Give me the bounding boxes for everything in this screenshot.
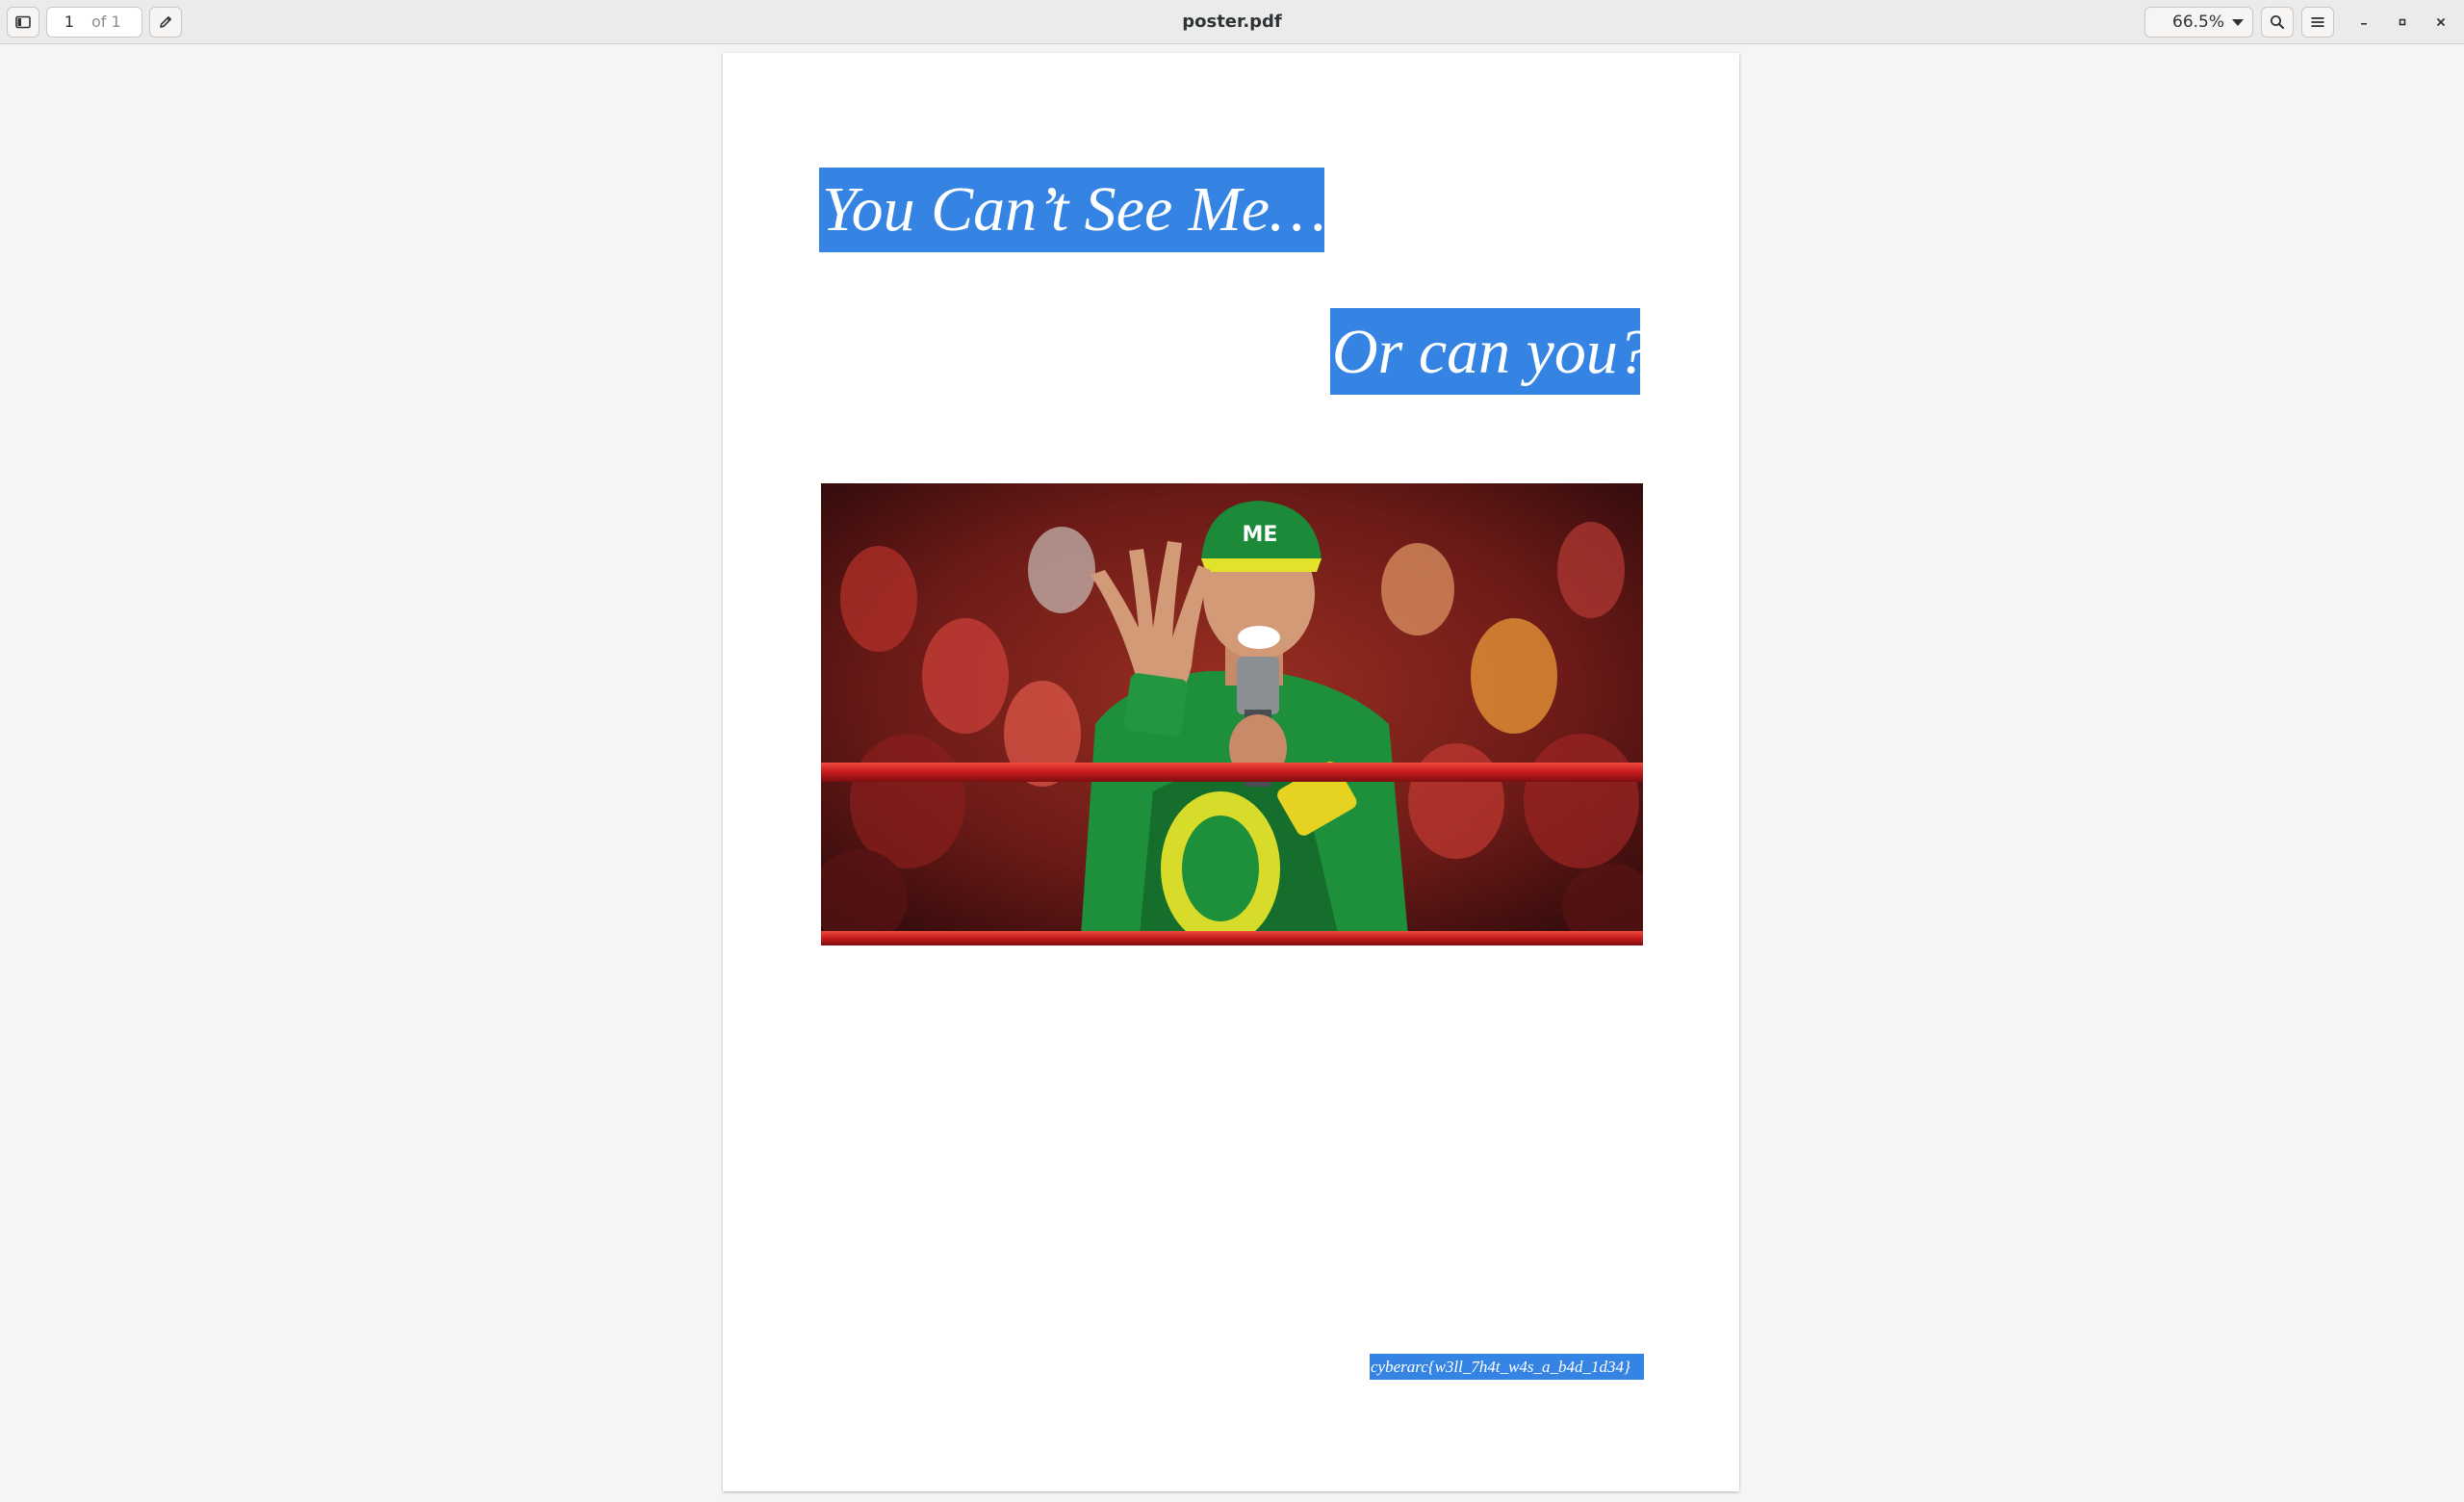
header-bar: 1 of 1 poster.pdf 66.5% (0, 0, 2464, 44)
sidebar-toggle-button[interactable] (7, 7, 39, 38)
zoom-level-value: 66.5% (2172, 13, 2225, 32)
maximize-button[interactable] (2391, 11, 2414, 34)
main-menu-button[interactable] (2301, 7, 2334, 38)
chevron-down-icon (2232, 19, 2244, 26)
close-icon (2437, 18, 2445, 26)
minimize-icon (2361, 23, 2367, 25)
close-button[interactable] (2429, 11, 2452, 34)
pdf-page: You Can’t See Me…. Or can you? ME cybera… (723, 53, 1739, 1491)
pencil-icon (160, 16, 171, 28)
annotate-button[interactable] (149, 7, 182, 38)
maximize-icon (2399, 18, 2406, 26)
search-button[interactable] (2261, 7, 2294, 38)
page-count-label: of 1 (91, 13, 121, 31)
hidden-flag-text[interactable]: cyberarc{w3ll_7h4t_w4s_a_b4d_1d34} (1370, 1354, 1644, 1380)
svg-text:ME: ME (1243, 523, 1278, 547)
search-icon (2271, 15, 2284, 29)
minimize-button[interactable] (2352, 11, 2375, 34)
selected-subheading-line[interactable]: Or can you? (1330, 308, 1640, 395)
document-title: poster.pdf (1182, 12, 1282, 32)
current-page-number[interactable]: 1 (47, 8, 91, 37)
wrestler-photo: ME (821, 483, 1643, 945)
page-number-field[interactable]: 1 of 1 (46, 7, 142, 38)
hamburger-menu-icon (2311, 17, 2324, 27)
selected-heading-line[interactable]: You Can’t See Me…. (819, 168, 1324, 252)
zoom-level-dropdown[interactable]: 66.5% (2144, 7, 2253, 38)
sidebar-toggle-icon (15, 15, 31, 29)
